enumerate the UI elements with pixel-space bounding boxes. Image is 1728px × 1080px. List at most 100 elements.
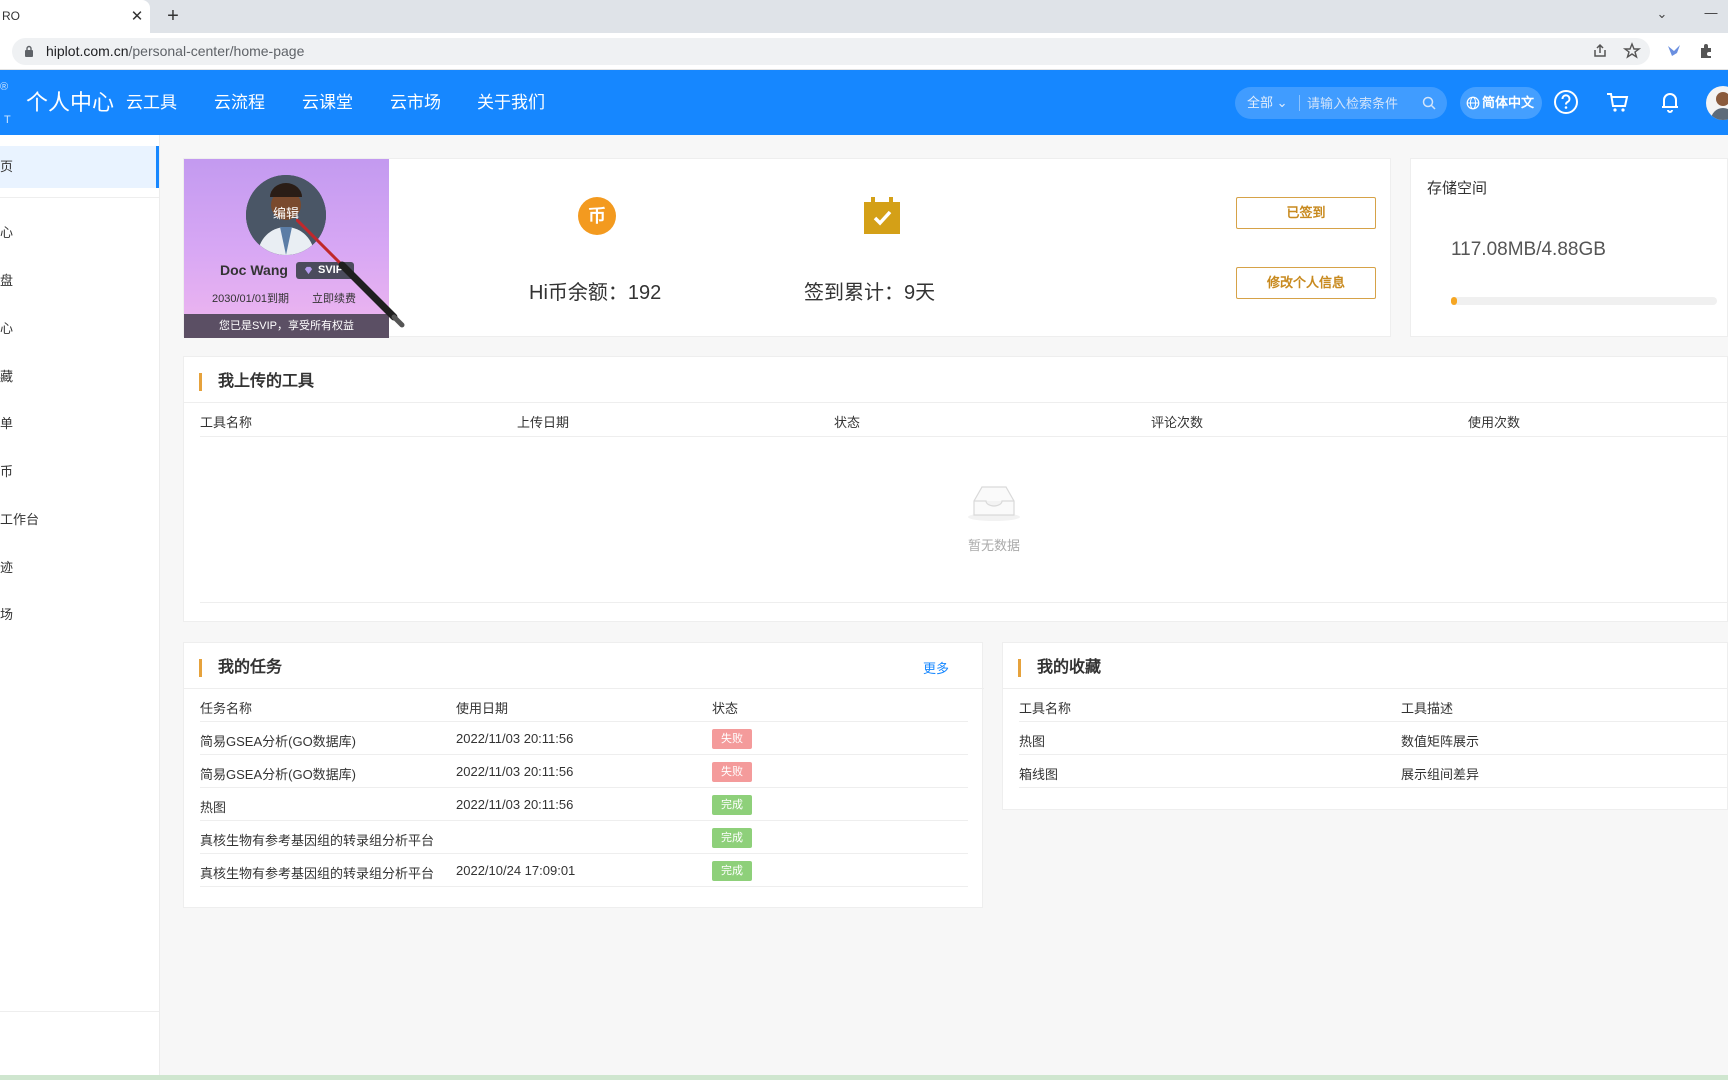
browser-tab[interactable]: RO ✕ [0, 0, 150, 33]
column-header[interactable]: 上传日期 [517, 412, 569, 431]
puzzle-icon[interactable] [1696, 41, 1716, 61]
logo-mark[interactable]: ® [0, 80, 18, 94]
row-divider [200, 853, 968, 854]
task-date: 2022/10/24 17:09:01 [456, 863, 576, 878]
sidebar-item-coins[interactable]: 币 [0, 451, 159, 493]
column-header[interactable]: 使用次数 [1468, 412, 1520, 431]
nav-cloud-workflow[interactable]: 云流程 [214, 70, 265, 135]
storage-usage: 117.08MB/4.88GB [1451, 239, 1606, 260]
url-field[interactable]: hiplot.com.cn/personal-center/home-page [12, 38, 1650, 65]
search-icon[interactable] [1421, 95, 1437, 111]
favorite-tool-desc: 展示组间差异 [1401, 767, 1480, 782]
url-host: hiplot.com.cn [46, 43, 129, 59]
empty-state-text: 暂无数据 [967, 538, 1020, 553]
section-divider [1003, 688, 1728, 689]
url-text: hiplot.com.cn/personal-center/home-page [46, 38, 304, 65]
favorite-tool-name[interactable]: 热图 [1019, 731, 1045, 750]
bell-icon[interactable] [1656, 88, 1684, 116]
tab-search-chevron-icon[interactable]: ⌄ [1652, 0, 1672, 28]
logo-mark-letter[interactable]: T [4, 114, 22, 126]
task-name[interactable]: 简易GSEA分析(GO数据库) [200, 764, 356, 783]
globe-icon [1466, 96, 1480, 110]
coin-icon: 币 [577, 196, 617, 236]
table-header-divider [1019, 721, 1728, 722]
bottom-edge [0, 1075, 1728, 1080]
nav-cloud-market[interactable]: 云市场 [390, 70, 441, 135]
nav-cloud-tools[interactable]: 云工具 [126, 70, 177, 135]
column-header[interactable]: 使用日期 [456, 698, 508, 717]
coin-icon-glyph: 币 [588, 206, 606, 226]
sidebar-item-market[interactable]: 场 [0, 594, 159, 636]
sidebar-item-trace[interactable]: 迹 [0, 547, 159, 589]
favorite-tool-name[interactable]: 箱线图 [1019, 764, 1058, 783]
status-badge-done: 完成 [712, 828, 752, 848]
task-name[interactable]: 真核生物有参考基因组的转录组分析平台 [200, 863, 434, 882]
user-avatar[interactable] [1706, 86, 1728, 120]
sidebar-item-1[interactable]: 心 [0, 212, 159, 254]
table-header-divider [200, 721, 968, 722]
search-input[interactable] [1307, 87, 1417, 119]
my-favorites-title: 我的收藏 [1018, 659, 1101, 677]
my-tasks-card: 我的任务 更多 任务名称 使用日期 状态 简易GSEA分析(GO数据库) 202… [183, 642, 984, 908]
favorite-tool-desc: 数值矩阵展示 [1401, 734, 1480, 749]
language-switch-button[interactable]: 简体中文 [1460, 87, 1542, 119]
sidebar-item-favorites[interactable]: 藏 [0, 356, 159, 398]
task-name[interactable]: 简易GSEA分析(GO数据库) [200, 731, 356, 750]
column-header[interactable]: 状态 [712, 698, 738, 717]
column-header[interactable]: 工具描述 [1401, 698, 1453, 717]
language-label: 简体中文 [1482, 95, 1535, 110]
sidebar-item-workbench[interactable]: 工作台 [0, 499, 159, 541]
page-title[interactable]: 个人中心 [26, 70, 114, 135]
table-header-divider [200, 436, 1728, 437]
calendar-check-icon [864, 197, 900, 234]
nav-about-us[interactable]: 关于我们 [477, 70, 545, 135]
sidebar-item-home[interactable]: 页 [0, 146, 159, 188]
column-header[interactable]: 工具名称 [1019, 698, 1071, 717]
status-badge-done: 完成 [712, 795, 752, 815]
checked-in-button[interactable]: 已签到 [1236, 197, 1376, 229]
lock-icon [25, 45, 33, 57]
column-header[interactable]: 工具名称 [200, 412, 252, 431]
row-divider [1019, 754, 1728, 755]
star-icon[interactable] [1622, 41, 1642, 61]
browser-tab-title: RO [2, 9, 20, 23]
table-bottom-divider [200, 602, 1728, 603]
edit-profile-button[interactable]: 修改个人信息 [1236, 267, 1376, 299]
my-tools-title: 我上传的工具 [199, 373, 314, 391]
tab-close-icon[interactable]: ✕ [128, 0, 146, 33]
nav-cloud-classroom[interactable]: 云课堂 [302, 70, 353, 135]
column-header[interactable]: 评论次数 [1151, 412, 1203, 431]
sidebar-item-3[interactable]: 心 [0, 308, 159, 350]
row-divider [200, 886, 968, 887]
section-divider [184, 688, 984, 689]
app-header: ® T 个人中心 云工具 云流程 云课堂 云市场 关于我们 全部 ⌄ 简体中文 [0, 70, 1728, 135]
my-favorites-card: 我的收藏 工具名称 工具描述 热图 数值矩阵展示 箱线图 展示组间差异 [1002, 642, 1728, 810]
column-header[interactable]: 状态 [834, 412, 860, 431]
user-name: Doc Wang [220, 262, 288, 278]
sidebar-item-2[interactable]: 盘 [0, 260, 159, 302]
task-name[interactable]: 真核生物有参考基因组的转录组分析平台 [200, 830, 434, 849]
coin-balance: Hi币余额：192 [529, 282, 662, 304]
url-path: /personal-center/home-page [128, 43, 305, 59]
window-minimize-icon[interactable]: — [1698, 0, 1724, 28]
sidebar-bottom-divider [0, 1011, 159, 1012]
help-icon[interactable] [1552, 88, 1580, 116]
search-scope-select[interactable]: 全部 ⌄ [1247, 87, 1288, 119]
cart-icon[interactable] [1603, 88, 1631, 116]
section-divider [184, 402, 1728, 403]
share-icon[interactable] [1590, 41, 1610, 61]
user-avatar-image [1711, 92, 1728, 120]
empty-inbox-icon [968, 486, 1020, 521]
profile-card: 编辑 Doc Wang SVIP 2030/01/01到期 立即续费 您已是SV… [183, 158, 1391, 338]
row-divider [200, 787, 968, 788]
task-name[interactable]: 热图 [200, 797, 226, 816]
membership-expire-date: 2030/01/01到期 [212, 293, 290, 305]
new-tab-icon[interactable]: + [162, 0, 184, 33]
more-tasks-link[interactable]: 更多 [923, 658, 949, 677]
sidebar-item-orders[interactable]: 单 [0, 403, 159, 445]
extension-bird-icon[interactable] [1664, 41, 1684, 61]
column-header[interactable]: 任务名称 [200, 698, 252, 717]
sidebar-divider [0, 197, 159, 198]
search-box: 全部 ⌄ [1235, 87, 1447, 119]
status-badge-failed: 失败 [712, 762, 752, 782]
